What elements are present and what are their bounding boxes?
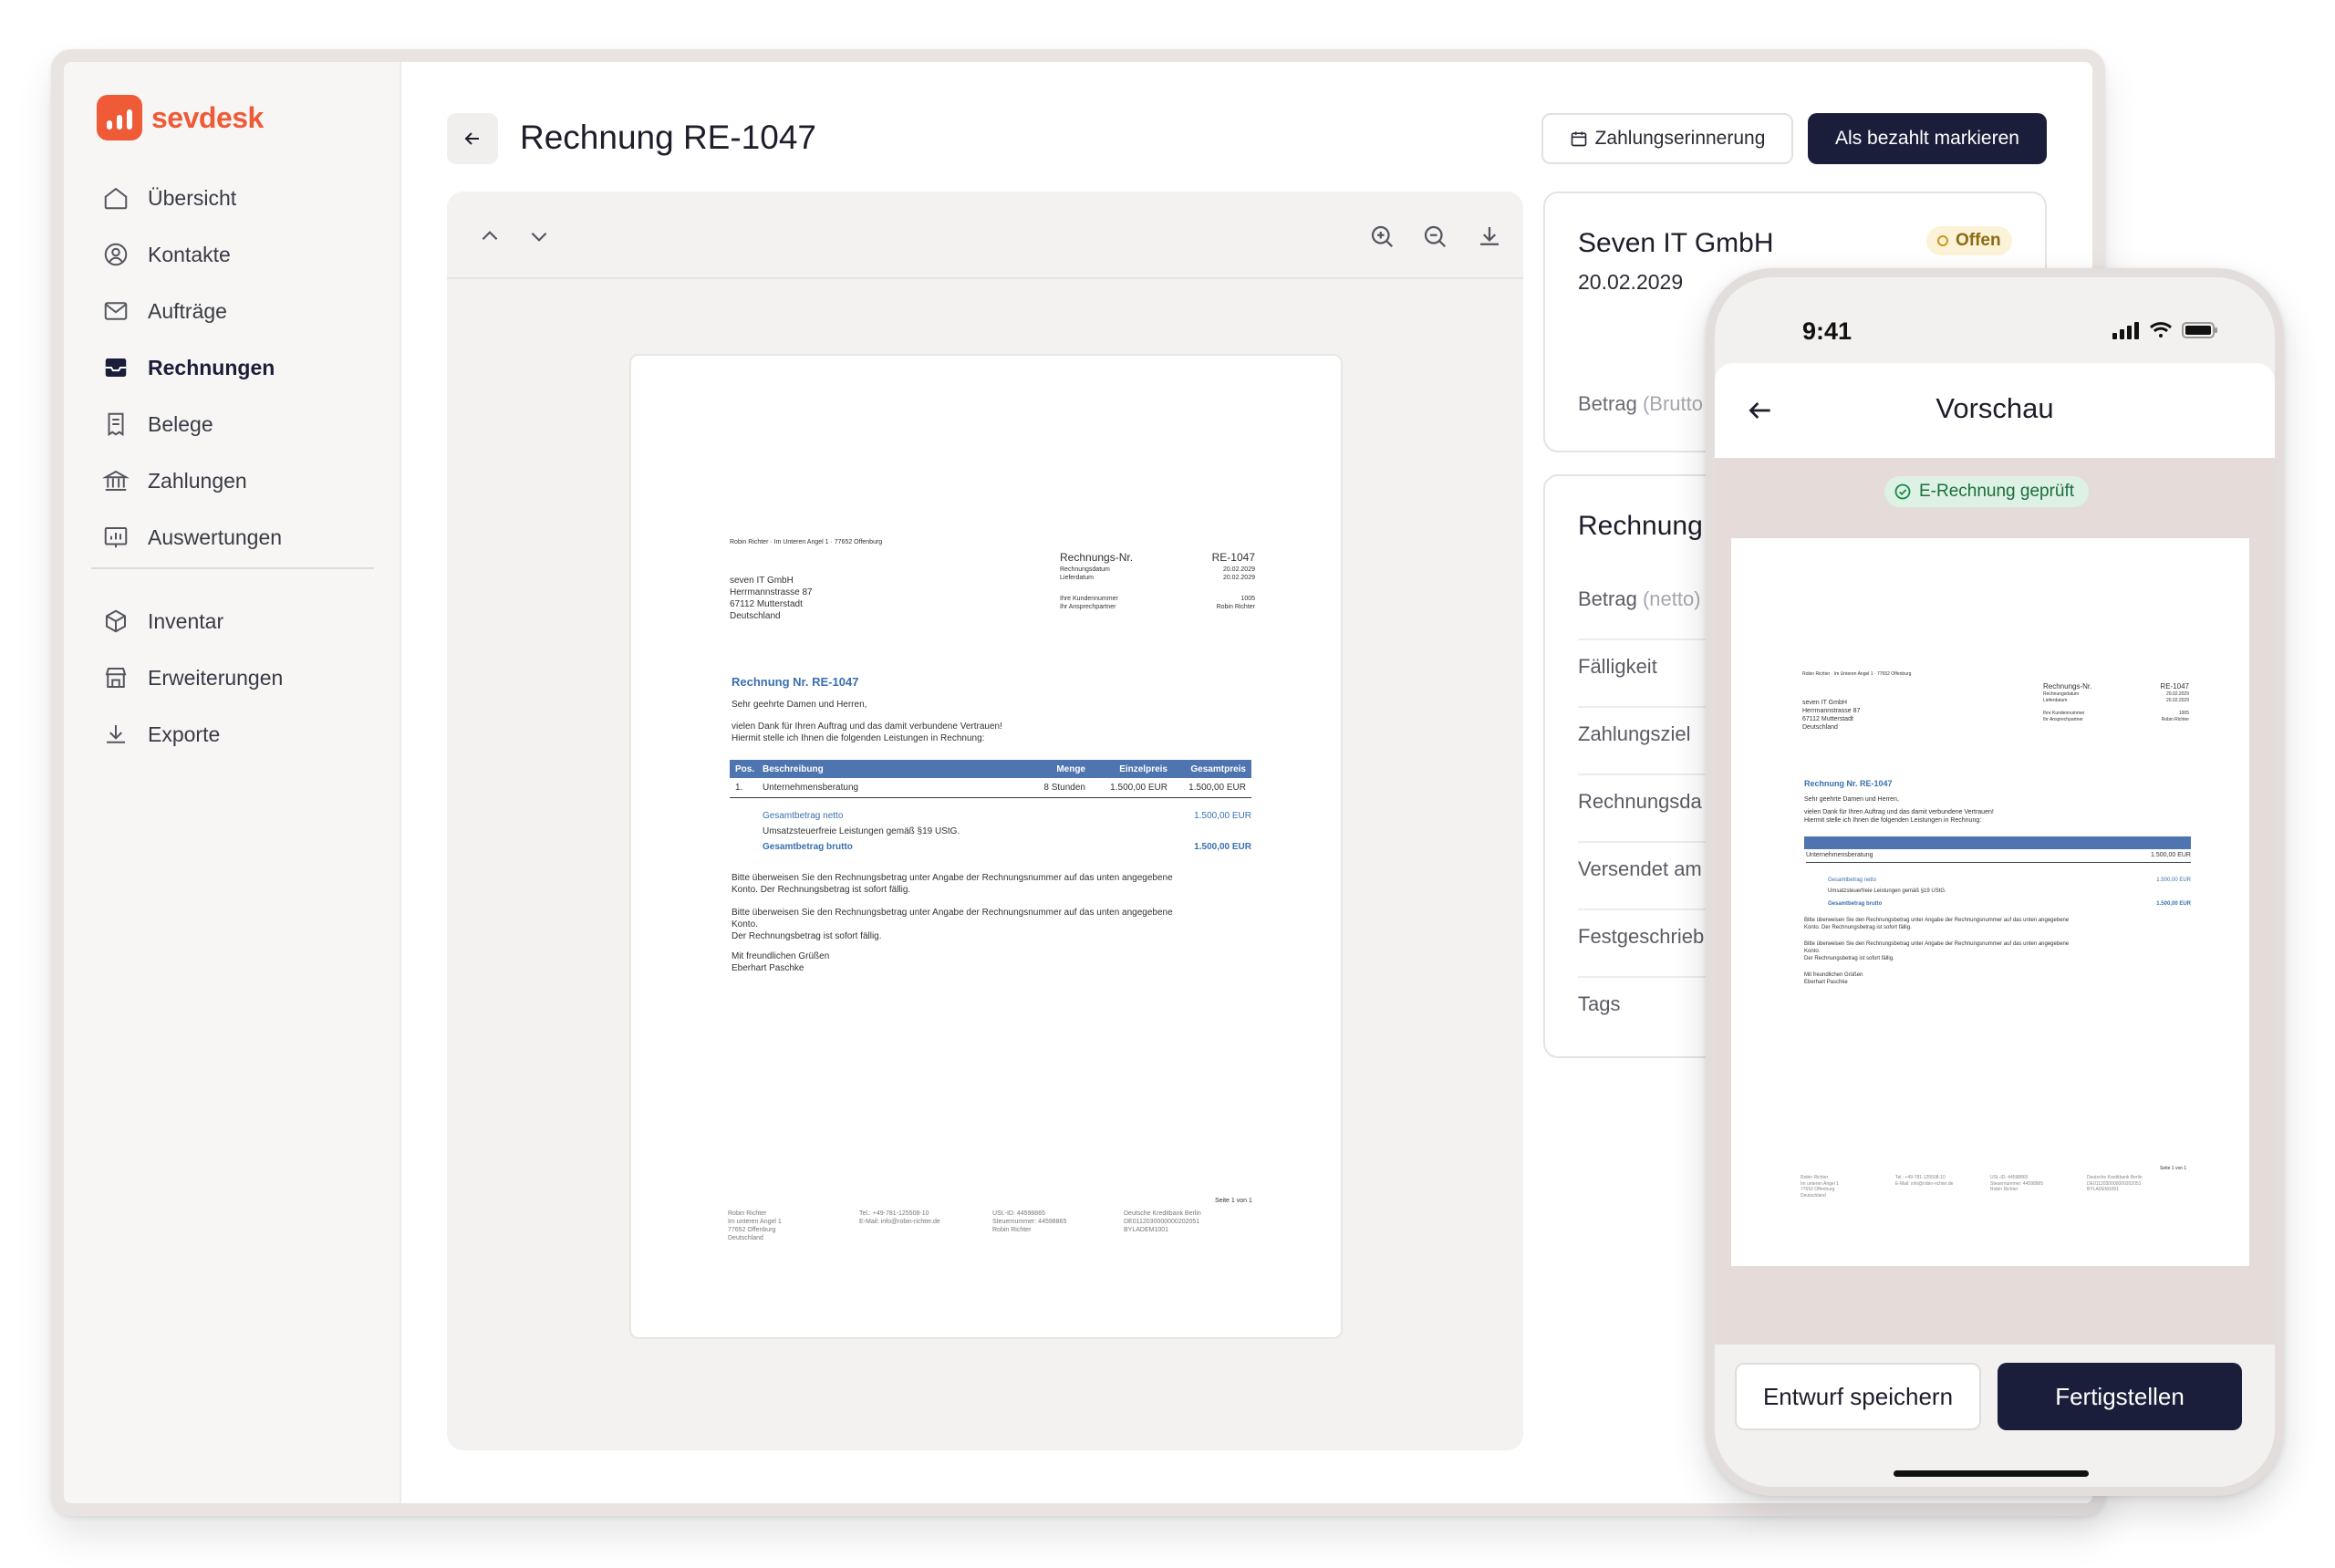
contacts-icon (100, 239, 131, 270)
chevron-up-icon[interactable] (476, 223, 503, 250)
table-row: 1. Unternehmensberatung 8 Stunden 1.500,… (730, 778, 1251, 798)
document-viewer: Robin Richter · Im Unteren Angel 1 · 776… (447, 192, 1523, 1450)
status-icons (2112, 321, 2218, 339)
main-nav: Übersicht Kontakte Aufträge Rechnungen B… (100, 170, 374, 566)
sidebar: sevdesk Übersicht Kontakte Aufträge Rech… (64, 62, 401, 1503)
closing: Mit freundlichen Grüßen Eberhart Paschke (732, 951, 830, 973)
wifi-icon (2149, 321, 2173, 339)
status-badge: Offen (1926, 226, 2012, 255)
sidebar-item-rechnungen[interactable]: Rechnungen (100, 339, 374, 396)
chevron-down-icon[interactable] (525, 223, 553, 250)
sidebar-item-kontakte[interactable]: Kontakte (100, 226, 374, 283)
mark-paid-button[interactable]: Als bezahlt markieren (1808, 113, 2047, 164)
chart-icon (100, 522, 131, 553)
intro-text: vielen Dank für Ihren Auftrag und das da… (732, 722, 1002, 743)
table-header (1804, 836, 2191, 849)
sidebar-item-label: Übersicht (148, 185, 237, 210)
footer-col-2: Tel.: +49-781-125508-10 E-Mail: info@robi… (859, 1210, 940, 1226)
home-icon (100, 182, 131, 213)
save-draft-button[interactable]: Entwurf speichern (1735, 1363, 1981, 1430)
sidebar-item-label: Erweiterungen (148, 665, 284, 690)
mail-icon (100, 296, 131, 327)
footer-col-4: Deutsche Kreditbank Berlin DE011203000000… (1124, 1210, 1201, 1234)
invoice-inbox-icon (100, 352, 131, 383)
table-header: Pos. Beschreibung Menge Einzelpreis Gesa… (730, 760, 1251, 778)
phone-header: Vorschau (1715, 363, 2275, 458)
sevdesk-logo-icon (97, 95, 142, 140)
phone-preview-area: E-Rechnung geprüft Robin Richter · Im Un… (1715, 458, 2275, 1345)
sidebar-item-label: Inventar (148, 608, 224, 633)
status-dot-icon (1937, 235, 1948, 246)
recipient-address: seven IT GmbH Herrmannstrasse 87 67112 M… (730, 576, 813, 621)
download-icon[interactable] (1476, 223, 1503, 250)
footer-col-3: USt.-ID: 44598865 Steuernummer: 44598865 R… (992, 1210, 1067, 1234)
line-items-table: Pos. Beschreibung Menge Einzelpreis Gesa… (730, 760, 1251, 798)
check-circle-icon (1894, 483, 1912, 501)
sidebar-item-label: Auswertungen (148, 524, 283, 549)
signal-icon (2112, 321, 2140, 339)
sidebar-item-label: Kontakte (148, 242, 231, 266)
footer-col-1: Robin Richter Im unteren Angel 1 77652 Off… (728, 1210, 782, 1242)
sidebar-item-belege[interactable]: Belege (100, 396, 374, 452)
sidebar-item-auswertungen[interactable]: Auswertungen (100, 509, 374, 566)
invoice-meta: Rechnungs-Nr. RE-1047 Rechnungsdatum 20.02… (1060, 551, 1255, 610)
phone-title: Vorschau (1935, 392, 2054, 424)
box-icon (100, 606, 131, 637)
page-number: Seite 1 von 1 (1215, 1198, 1252, 1204)
sidebar-divider (91, 567, 374, 569)
download-icon (100, 719, 131, 750)
secondary-nav: Inventar Erweiterungen Exporte (100, 593, 374, 763)
totals: Gesamtbetrag netto 1.500,00 EUR Umsatzste… (763, 811, 1251, 852)
customer-name: Seven IT GmbH (1578, 228, 1774, 258)
sidebar-item-uebersicht[interactable]: Übersicht (100, 170, 374, 226)
back-button[interactable] (447, 113, 498, 164)
page-title: Rechnung RE-1047 (520, 119, 816, 156)
brand-logo[interactable]: sevdesk (97, 95, 264, 140)
details-title: Rechnung (1578, 511, 1703, 541)
zoom-in-icon[interactable] (1368, 223, 1396, 250)
payment-reminder-button[interactable]: Zahlungserinnerung (1541, 113, 1793, 164)
payment-note-1: Bitte überweisen Sie den Rechnungsbetrag… (732, 873, 1173, 895)
brand-name: sevdesk (151, 100, 264, 134)
viewer-toolbar (447, 192, 1523, 279)
amount-label: Betrag (Brutto (1578, 392, 1703, 415)
sidebar-item-erweiterungen[interactable]: Erweiterungen (100, 649, 374, 706)
sidebar-item-label: Aufträge (148, 298, 227, 323)
sidebar-item-label: Rechnungen (148, 355, 275, 379)
sidebar-item-inventar[interactable]: Inventar (100, 593, 374, 649)
sidebar-item-auftraege[interactable]: Aufträge (100, 283, 374, 339)
status-time: 9:41 (1802, 317, 1852, 345)
phone-invoice-preview: Robin Richter · Im Unteren Angel 1 · 776… (1731, 538, 2249, 1266)
table-row: Unternehmensberatung 1.500,00 EUR (1806, 851, 2191, 864)
store-icon (100, 662, 131, 693)
sidebar-item-label: Belege (148, 411, 213, 436)
invoice-page: Robin Richter · Im Unteren Angel 1 · 776… (629, 354, 1343, 1339)
receipt-icon (100, 409, 131, 440)
invoice-date: 20.02.2029 (1578, 270, 1684, 294)
finish-button[interactable]: Fertigstellen (1998, 1363, 2242, 1430)
greeting: Sehr geehrte Damen und Herren, (732, 700, 867, 710)
invoice-heading: Rechnung Nr. RE-1047 (732, 675, 859, 689)
payment-reminder-label: Zahlungserinnerung (1594, 128, 1766, 149)
arrow-left-icon (462, 128, 483, 150)
battery-icon (2182, 321, 2218, 339)
sidebar-item-label: Exporte (148, 722, 221, 746)
zoom-out-icon[interactable] (1421, 223, 1448, 250)
sidebar-item-zahlungen[interactable]: Zahlungen (100, 452, 374, 509)
e-invoice-verified-badge: E-Rechnung geprüft (1884, 476, 2090, 507)
sender-line: Robin Richter · Im Unteren Angel 1 · 776… (730, 539, 883, 545)
bank-icon (100, 465, 131, 496)
sidebar-item-label: Zahlungen (148, 468, 247, 493)
home-indicator[interactable] (1894, 1470, 2089, 1477)
sidebar-item-exporte[interactable]: Exporte (100, 706, 374, 763)
calendar-icon (1570, 130, 1588, 148)
phone-mockup: 9:41 Vorschau E-Rechnung geprüft Robin R… (1706, 268, 2284, 1496)
payment-note-2: Bitte überweisen Sie den Rechnungsbetrag… (732, 908, 1173, 941)
